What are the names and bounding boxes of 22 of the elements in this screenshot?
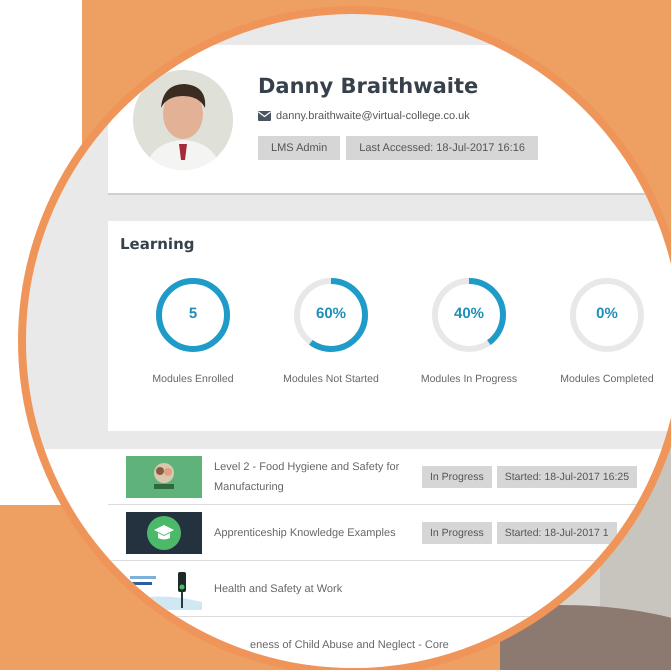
module-title: Apprenticeship Knowledge Examples <box>214 526 397 540</box>
stat-label: Modules In Progress <box>420 373 518 385</box>
module-title: Health and Safety at Work <box>214 582 344 596</box>
info-tag: LMS Admin <box>258 136 340 160</box>
date-tag: Started: 18-Jul-2017 16:25 <box>496 466 638 488</box>
stat-label: Modules Not Started <box>283 373 379 385</box>
status-tag: In Progress <box>422 522 492 544</box>
graduation-cap-icon <box>147 516 181 550</box>
stat-value: 40% <box>454 305 484 322</box>
section-title: Learning <box>119 234 196 253</box>
stat-value: 60% <box>316 305 346 322</box>
user-name: Danny Braithwaite <box>258 74 480 98</box>
email-text: danny.braithwaite@virtual-college.co.uk <box>276 110 470 122</box>
stat-label: Modules Completed <box>560 373 654 385</box>
module-title: eness of Child Abuse and Neglect - Core <box>250 638 450 652</box>
envelope-icon <box>258 111 271 121</box>
stat-value: 0% <box>596 305 618 322</box>
stat-label: Modules Enrolled <box>152 373 234 385</box>
info-tag: Last Accessed: 18-Jul-2017 16:16 <box>346 136 538 160</box>
module-title: Level 2 - Food Hygiene and Safety for Manufacturing <box>214 460 400 494</box>
status-tag: In Progress <box>422 466 492 488</box>
date-tag: Started: 18-Jul-2017 1 <box>496 522 617 544</box>
